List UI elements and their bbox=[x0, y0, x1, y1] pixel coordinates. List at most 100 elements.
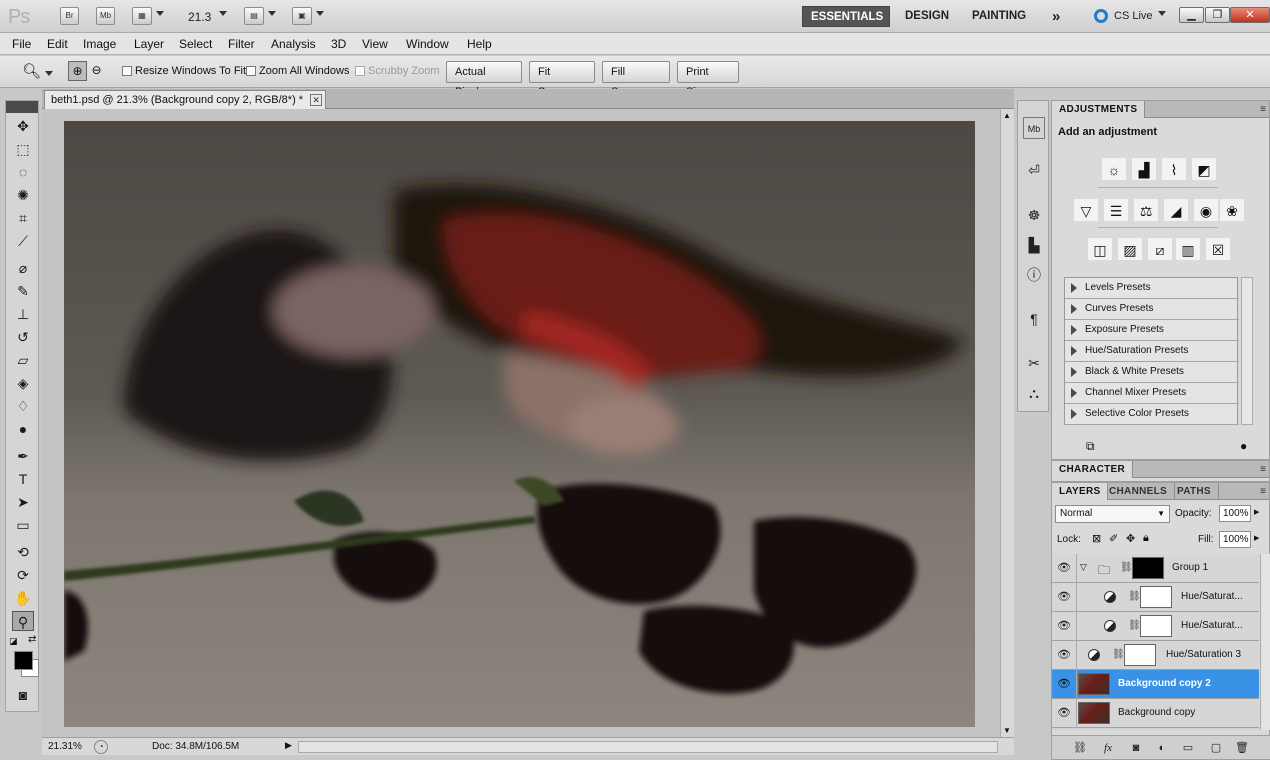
fill-slider-arrow-icon[interactable]: ▶ bbox=[1254, 534, 1259, 542]
layer-mask-thumbnail[interactable] bbox=[1140, 586, 1172, 608]
scroll-up-arrow-icon[interactable]: ▲ bbox=[1003, 111, 1011, 120]
document-size-readout[interactable]: Doc: 34.8M/106.5M bbox=[152, 741, 239, 752]
move-tool-icon[interactable]: ✥ bbox=[12, 116, 34, 136]
menu-image[interactable]: Image bbox=[83, 37, 116, 51]
document-tab[interactable]: beth1.psd @ 21.3% (Background copy 2, RG… bbox=[44, 90, 327, 109]
tab-adjustments[interactable]: ADJUSTMENTS bbox=[1052, 101, 1146, 118]
menu-3d[interactable]: 3D bbox=[331, 37, 346, 51]
lock-all-icon[interactable]: 🔒︎ bbox=[1143, 532, 1149, 545]
blend-mode-select[interactable]: Normal ▼ bbox=[1055, 505, 1170, 523]
screen-mode-button[interactable]: ▣ bbox=[292, 7, 312, 25]
delete-layer-icon[interactable]: 🗑︎ bbox=[1234, 740, 1250, 756]
marquee-tool-icon[interactable]: ⬚ bbox=[12, 139, 34, 159]
layer-style-icon[interactable]: fx bbox=[1100, 740, 1116, 756]
tab-character[interactable]: CHARACTER bbox=[1052, 461, 1134, 478]
layer-row[interactable]: 👁︎ ⛓ Hue/Saturat... bbox=[1052, 583, 1259, 612]
workspace-essentials[interactable]: ESSENTIALS bbox=[802, 6, 890, 27]
mini-bridge-icon[interactable]: Mb bbox=[1023, 117, 1045, 139]
tool-preset-caret-icon[interactable] bbox=[45, 71, 53, 76]
lasso-tool-icon[interactable]: ◌ bbox=[12, 162, 34, 182]
layer-row[interactable]: 👁︎ Background copy bbox=[1052, 699, 1259, 728]
lock-image-pixels-icon[interactable]: ✐ bbox=[1109, 532, 1118, 545]
layer-row[interactable]: 👁︎ ⛓ Hue/Saturat... bbox=[1052, 612, 1259, 641]
print-size-button[interactable]: Print Size bbox=[677, 61, 739, 98]
preset-levels[interactable]: Levels Presets bbox=[1065, 278, 1239, 299]
eyedropper-tool-icon[interactable]: ⟋ bbox=[12, 231, 34, 251]
preset-exposure[interactable]: Exposure Presets bbox=[1065, 320, 1239, 341]
launch-mini-bridge-button[interactable]: Mb bbox=[96, 7, 115, 25]
zoom-tool-icon[interactable]: ⚲ bbox=[12, 611, 34, 631]
navigator-icon[interactable]: ☸ bbox=[1023, 204, 1045, 226]
new-group-icon[interactable]: ▭ bbox=[1180, 740, 1196, 756]
threshold-icon[interactable]: ⧄ bbox=[1148, 238, 1172, 260]
menu-file[interactable]: File bbox=[12, 37, 31, 51]
eye-icon[interactable]: 👁︎ bbox=[1056, 591, 1072, 603]
lock-transparent-pixels-icon[interactable]: ⊠ bbox=[1092, 532, 1101, 545]
layer-row[interactable]: 👁︎ ⛓ Hue/Saturation 3 bbox=[1052, 641, 1259, 670]
menu-window[interactable]: Window bbox=[406, 37, 449, 51]
3d-orbit-tool-icon[interactable]: ⟳ bbox=[12, 565, 34, 585]
pen-tool-icon[interactable]: ✒ bbox=[12, 446, 34, 466]
eye-icon[interactable]: 👁︎ bbox=[1056, 649, 1072, 661]
quick-mask-icon[interactable]: ◙ bbox=[12, 685, 34, 705]
add-mask-icon[interactable]: ◙ bbox=[1128, 740, 1144, 756]
clone-source-icon[interactable]: ⛬ bbox=[1023, 382, 1045, 404]
path-selection-tool-icon[interactable]: ➤ bbox=[12, 492, 34, 512]
eraser-tool-icon[interactable]: ▱ bbox=[12, 350, 34, 370]
menu-filter[interactable]: Filter bbox=[228, 37, 255, 51]
new-layer-icon[interactable]: ▢ bbox=[1208, 740, 1224, 756]
workspace-painting[interactable]: PAINTING bbox=[964, 6, 1034, 27]
minimize-button[interactable]: ▁ bbox=[1179, 7, 1204, 23]
preset-channel-mixer[interactable]: Channel Mixer Presets bbox=[1065, 383, 1239, 404]
healing-brush-tool-icon[interactable]: ⌀ bbox=[12, 258, 34, 278]
view-extras-button[interactable]: ▦ bbox=[132, 7, 152, 25]
type-tool-icon[interactable]: T bbox=[12, 469, 34, 489]
screen-mode-caret-icon[interactable] bbox=[316, 11, 324, 16]
tool-presets-icon[interactable]: ✂ bbox=[1023, 352, 1045, 374]
histogram-icon[interactable]: ▙ bbox=[1023, 234, 1045, 256]
history-brush-tool-icon[interactable]: ↺ bbox=[12, 327, 34, 347]
crop-tool-icon[interactable]: ⌗ bbox=[12, 208, 34, 228]
group-expand-arrow-icon[interactable]: ▽ bbox=[1080, 562, 1087, 573]
menu-help[interactable]: Help bbox=[467, 37, 492, 51]
scroll-down-arrow-icon[interactable]: ▼ bbox=[1003, 726, 1011, 735]
fit-screen-button[interactable]: Fit Screen bbox=[529, 61, 595, 98]
tab-layers[interactable]: LAYERS bbox=[1052, 483, 1109, 500]
layers-panel-menu-icon[interactable]: ≡ bbox=[1260, 486, 1266, 497]
layer-row[interactable]: 👁︎ ▽ 🗀 ⛓ Group 1 bbox=[1052, 554, 1259, 583]
brush-tool-icon[interactable]: ✎ bbox=[12, 281, 34, 301]
canvas-vertical-scrollbar[interactable]: ▲ ▼ bbox=[1000, 109, 1014, 737]
dodge-tool-icon[interactable]: ♢ bbox=[12, 396, 34, 416]
blur-tool-icon[interactable]: ● bbox=[12, 419, 34, 439]
tools-panel-header[interactable] bbox=[6, 101, 38, 113]
exposure-icon[interactable]: ◩ bbox=[1192, 158, 1216, 180]
zoom-all-windows-checkbox[interactable] bbox=[246, 66, 256, 76]
clip-to-layer-icon[interactable]: ⧉ bbox=[1086, 439, 1095, 454]
zoom-tool-preset-icon[interactable]: 🔍︎ bbox=[22, 62, 41, 80]
view-extras-caret-icon[interactable] bbox=[156, 11, 164, 16]
layer-row-selected[interactable]: 👁︎ Background copy 2 bbox=[1052, 670, 1259, 699]
status-menu-arrow-icon[interactable]: ▶ bbox=[285, 740, 292, 751]
new-adjustment-layer-icon[interactable]: ◐ bbox=[1154, 740, 1170, 756]
resize-windows-checkbox[interactable] bbox=[122, 66, 132, 76]
swap-colors-icon[interactable]: ⇄ bbox=[28, 634, 36, 645]
link-chain-icon[interactable]: ⛓ bbox=[1112, 649, 1125, 660]
fill-field[interactable]: 100% bbox=[1219, 531, 1251, 548]
levels-icon[interactable]: ▟ bbox=[1132, 158, 1156, 180]
eye-icon[interactable]: 👁︎ bbox=[1056, 620, 1072, 632]
curves-icon[interactable]: ⌇ bbox=[1162, 158, 1186, 180]
zoom-out-icon[interactable]: ⊖ bbox=[87, 61, 106, 81]
layer-mask-thumbnail[interactable] bbox=[1124, 644, 1156, 666]
menu-edit[interactable]: Edit bbox=[47, 37, 68, 51]
character-panel-menu-icon[interactable]: ≡ bbox=[1260, 464, 1266, 475]
layer-mask-thumbnail[interactable] bbox=[1140, 615, 1172, 637]
channel-mixer-icon[interactable]: ❀ bbox=[1220, 199, 1244, 221]
launch-bridge-button[interactable]: Br bbox=[60, 7, 79, 25]
gradient-map-icon[interactable]: ▥ bbox=[1176, 238, 1200, 260]
paragraph-icon[interactable]: ¶ bbox=[1023, 308, 1045, 330]
foreground-color-swatch[interactable] bbox=[14, 651, 33, 670]
preset-selective-color[interactable]: Selective Color Presets bbox=[1065, 404, 1239, 425]
layer-thumbnail[interactable] bbox=[1078, 702, 1110, 724]
close-button[interactable]: ✕ bbox=[1230, 7, 1270, 23]
menu-layer[interactable]: Layer bbox=[134, 37, 164, 51]
